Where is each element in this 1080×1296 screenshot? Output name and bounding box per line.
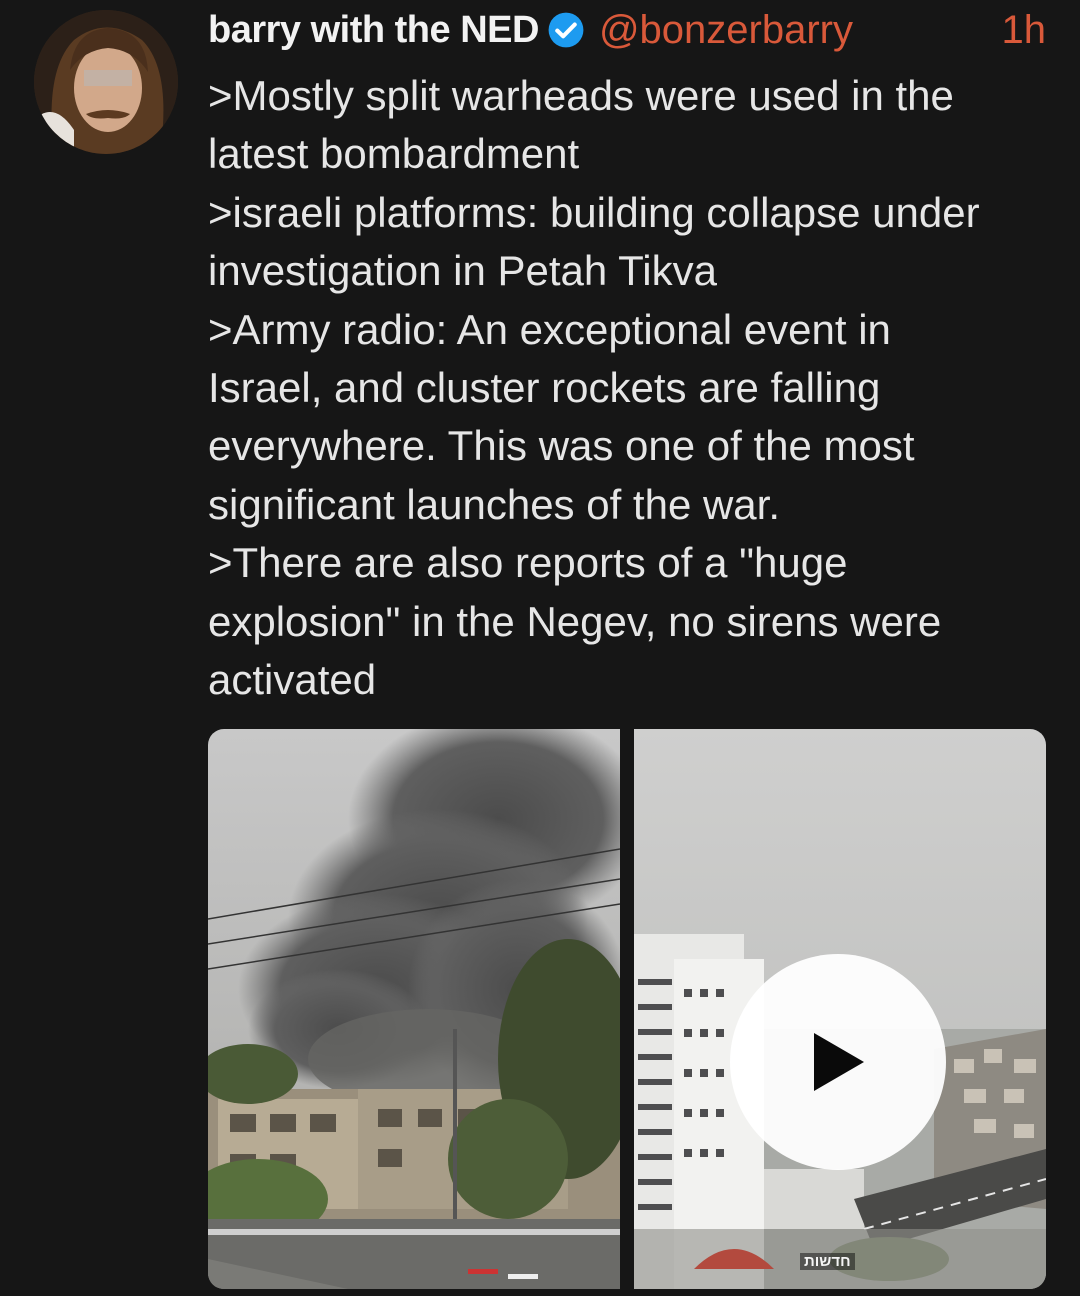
tweet-text: >Mostly split warheads were used in the … <box>208 67 1058 709</box>
tweet-text-line: >There are also reports of a "huge <box>208 539 848 587</box>
tweet-text-line: >israeli platforms: building collapse un… <box>208 188 980 236</box>
verified-badge-icon <box>548 12 584 48</box>
media-video[interactable]: חדשות <box>634 729 1046 1289</box>
tweet-text-line: Israel, and cluster rockets are falling <box>208 364 881 412</box>
tweet-text-line: everywhere. This was one of the most <box>208 422 915 470</box>
tweet-text-line: >Mostly split warheads were used in the <box>208 72 954 119</box>
tweet-text-line: activated <box>208 656 377 704</box>
author-handle[interactable]: @bonzerbarry <box>599 8 853 53</box>
avatar[interactable] <box>34 10 178 154</box>
play-button[interactable] <box>730 954 946 1170</box>
play-icon <box>814 1033 864 1091</box>
video-watermark: חדשות <box>800 1253 855 1270</box>
tweet-text-line: explosion" in the Negev, no sirens were <box>208 597 942 645</box>
tweet-text-line: investigation in Petah Tikva <box>208 247 717 295</box>
tweet-text-line: latest bombardment <box>208 130 580 178</box>
avatar-image <box>34 10 178 154</box>
media-photo-smoke[interactable] <box>208 729 620 1289</box>
timestamp[interactable]: 1h <box>1002 8 1047 53</box>
author-name[interactable]: barry with the NED <box>208 9 539 52</box>
tweet-text-line: significant launches of the war. <box>208 480 781 528</box>
smoke-photo <box>208 729 620 1289</box>
tweet-header: barry with the NED @bonzerbarry 1h <box>208 4 1046 56</box>
tweet-text-line: >Army radio: An exceptional event in <box>208 305 891 353</box>
